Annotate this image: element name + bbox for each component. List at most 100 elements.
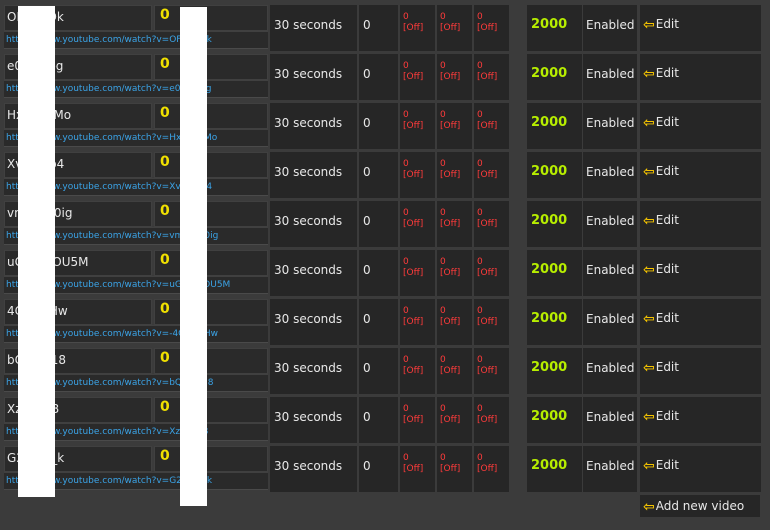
duration-cell: 30 seconds <box>270 103 357 149</box>
off-setting-3: 0 [Off] <box>474 446 509 492</box>
count-cell: 0 <box>359 201 398 247</box>
arrow-left-icon: ⇦ <box>643 115 655 131</box>
duration-cell: 30 seconds <box>270 299 357 345</box>
off-label: [Off] <box>403 366 424 376</box>
edit-label: Edit <box>655 458 679 472</box>
edit-label: Edit <box>655 311 679 325</box>
edit-button[interactable]: ⇦Edit <box>640 397 761 443</box>
edit-button[interactable]: ⇦Edit <box>640 152 761 198</box>
status-cell: Enabled <box>583 54 637 100</box>
off-value: 0 <box>477 257 483 267</box>
redaction-bar-right <box>180 7 207 506</box>
value-cell: 2000 <box>527 250 582 296</box>
value-cell: 2000 <box>527 201 582 247</box>
status-cell: Enabled <box>583 5 637 51</box>
arrow-left-icon: ⇦ <box>643 17 655 33</box>
off-label: [Off] <box>403 317 424 327</box>
off-label: [Off] <box>440 219 461 229</box>
table-row: e0···oTpg 0 https://www.youtube.com/watc… <box>0 54 770 100</box>
off-setting-3: 0 [Off] <box>474 5 509 51</box>
arrow-left-icon: ⇦ <box>643 311 655 327</box>
arrow-left-icon: ⇦ <box>643 409 655 425</box>
arrow-left-icon: ⇦ <box>643 262 655 278</box>
edit-label: Edit <box>655 409 679 423</box>
count-cell: 0 <box>359 103 398 149</box>
edit-button[interactable]: ⇦Edit <box>640 201 761 247</box>
edit-button[interactable]: ⇦Edit <box>640 5 761 51</box>
add-new-video-label: Add new video <box>655 499 745 513</box>
off-setting-2: 0 [Off] <box>437 201 472 247</box>
off-setting-1: 0 [Off] <box>400 299 435 345</box>
edit-button[interactable]: ⇦Edit <box>640 103 761 149</box>
add-new-video-button[interactable]: ⇦Add new video <box>640 495 760 517</box>
off-value: 0 <box>477 306 483 316</box>
off-value: 0 <box>403 306 409 316</box>
off-setting-2: 0 [Off] <box>437 103 472 149</box>
off-setting-3: 0 [Off] <box>474 152 509 198</box>
arrow-left-icon: ⇦ <box>643 458 655 474</box>
off-setting-3: 0 [Off] <box>474 348 509 394</box>
off-label: [Off] <box>403 464 424 474</box>
off-value: 0 <box>440 355 446 365</box>
table-row: Xz···T0J8 0 https://www.youtube.com/watc… <box>0 397 770 443</box>
edit-button[interactable]: ⇦Edit <box>640 250 761 296</box>
off-value: 0 <box>477 404 483 414</box>
edit-label: Edit <box>655 360 679 374</box>
off-value: 0 <box>440 404 446 414</box>
edit-button[interactable]: ⇦Edit <box>640 54 761 100</box>
off-setting-1: 0 [Off] <box>400 397 435 443</box>
edit-button[interactable]: ⇦Edit <box>640 348 761 394</box>
view-count: 0 <box>154 446 268 472</box>
off-setting-3: 0 [Off] <box>474 201 509 247</box>
count-cell: 0 <box>359 250 398 296</box>
off-label: [Off] <box>477 219 498 229</box>
count-cell: 0 <box>359 446 398 492</box>
edit-button[interactable]: ⇦Edit <box>640 299 761 345</box>
duration-cell: 30 seconds <box>270 446 357 492</box>
off-label: [Off] <box>440 72 461 82</box>
off-setting-3: 0 [Off] <box>474 54 509 100</box>
count-cell: 0 <box>359 5 398 51</box>
off-label: [Off] <box>477 366 498 376</box>
table-row: G2···SB_k 0 https://www.youtube.com/watc… <box>0 446 770 492</box>
off-value: 0 <box>477 61 483 71</box>
view-count: 0 <box>154 299 268 325</box>
off-value: 0 <box>440 110 446 120</box>
count-cell: 0 <box>359 152 398 198</box>
off-setting-1: 0 [Off] <box>400 152 435 198</box>
off-value: 0 <box>403 208 409 218</box>
edit-label: Edit <box>655 164 679 178</box>
off-setting-2: 0 [Off] <box>437 250 472 296</box>
count-cell: 0 <box>359 54 398 100</box>
off-value: 0 <box>477 208 483 218</box>
duration-cell: 30 seconds <box>270 5 357 51</box>
off-value: 0 <box>440 306 446 316</box>
off-value: 0 <box>403 12 409 22</box>
off-value: 0 <box>477 12 483 22</box>
arrow-left-icon: ⇦ <box>643 213 655 229</box>
off-label: [Off] <box>403 219 424 229</box>
count-cell: 0 <box>359 397 398 443</box>
off-setting-2: 0 [Off] <box>437 446 472 492</box>
view-count: 0 <box>154 54 268 80</box>
off-setting-1: 0 [Off] <box>400 5 435 51</box>
duration-cell: 30 seconds <box>270 152 357 198</box>
off-label: [Off] <box>403 268 424 278</box>
edit-button[interactable]: ⇦Edit <box>640 446 761 492</box>
edit-label: Edit <box>655 262 679 276</box>
off-label: [Off] <box>477 415 498 425</box>
off-value: 0 <box>440 12 446 22</box>
status-cell: Enabled <box>583 152 637 198</box>
off-value: 0 <box>403 110 409 120</box>
off-label: [Off] <box>477 464 498 474</box>
off-value: 0 <box>477 159 483 169</box>
off-value: 0 <box>477 453 483 463</box>
off-value: 0 <box>477 110 483 120</box>
off-label: [Off] <box>440 464 461 474</box>
off-setting-1: 0 [Off] <box>400 201 435 247</box>
duration-cell: 30 seconds <box>270 397 357 443</box>
off-value: 0 <box>440 208 446 218</box>
value-cell: 2000 <box>527 103 582 149</box>
off-value: 0 <box>403 453 409 463</box>
off-setting-2: 0 [Off] <box>437 299 472 345</box>
